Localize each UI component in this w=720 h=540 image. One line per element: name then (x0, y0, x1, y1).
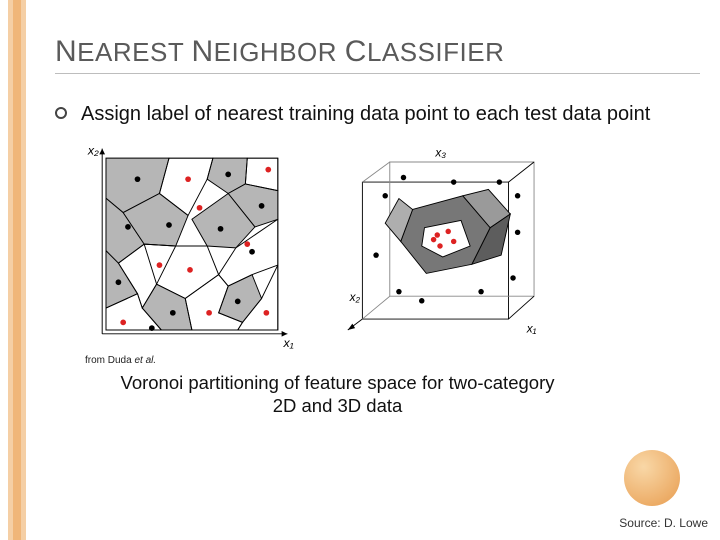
figure-credit-em: et al. (134, 355, 156, 366)
figure-area: x₁ x₂ (85, 141, 700, 351)
voronoi-3d-figure: x₁ x₂ x₃ (335, 141, 545, 351)
title-letter: N (191, 35, 213, 68)
voronoi-2d-figure: x₁ x₂ (85, 141, 295, 351)
figure-credit-prefix: from Duda (85, 355, 134, 366)
figure-caption: Voronoi partitioning of feature space fo… (55, 372, 700, 417)
page-title: NEAREST NEIGHBOR CLASSIFIER (55, 35, 700, 74)
accent-bar-inner (13, 0, 21, 540)
axis-x1-label-3d: x₁ (526, 322, 537, 336)
figure-credit: from Duda et al. (85, 355, 700, 366)
bullet-text: Assign label of nearest training data po… (81, 102, 650, 127)
axis-x3-label-3d: x₃ (434, 146, 446, 160)
circle-decoration-icon (624, 450, 680, 506)
title-letter: C (345, 35, 367, 68)
bullet-item: Assign label of nearest training data po… (55, 102, 700, 127)
slide-body: NEAREST NEIGHBOR CLASSIFIER Assign label… (55, 35, 700, 520)
axis-x1-label: x₁ (283, 336, 294, 350)
source-credit: Source: D. Lowe (619, 516, 708, 530)
axis-x2-label-3d: x₂ (349, 290, 361, 304)
axis-x2-label: x₂ (87, 143, 99, 157)
title-letter: N (55, 35, 77, 68)
title-word: EIGHBOR (214, 37, 345, 67)
title-word: LASSIFIER (367, 37, 504, 67)
title-word: EAREST (77, 37, 191, 67)
bullet-icon (55, 107, 67, 119)
